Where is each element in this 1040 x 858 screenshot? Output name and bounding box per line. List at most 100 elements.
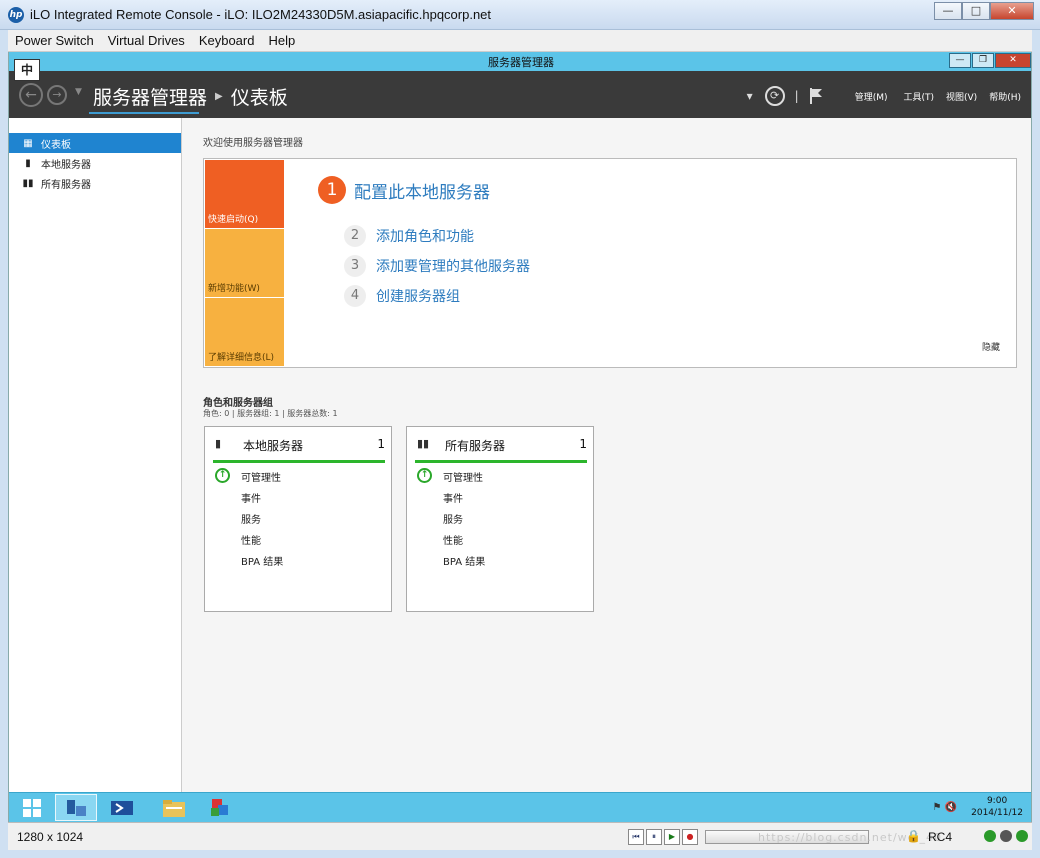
remote-screen[interactable]: 中 服务器管理器 — ❐ ✕ ← → ▼ 服务器管理器 ▶ 仪表板 ▾ ⟳ | … bbox=[8, 52, 1032, 822]
sm-minimize-button[interactable]: — bbox=[949, 53, 971, 68]
dropdown-icon[interactable]: ▾ bbox=[747, 89, 753, 103]
menu-manage[interactable]: 管理(M) bbox=[855, 90, 888, 103]
sidebar-item-all-servers[interactable]: ▮▮ 所有服务器 bbox=[9, 173, 181, 193]
card-row-bpa[interactable]: BPA 结果 bbox=[443, 553, 485, 568]
breadcrumb-root[interactable]: 服务器管理器 bbox=[93, 83, 207, 110]
card-title[interactable]: 所有服务器 bbox=[445, 437, 579, 454]
tile-quick-start[interactable]: 快速启动(Q) bbox=[205, 160, 284, 228]
step-configure-local-server[interactable]: 1 配置此本地服务器 bbox=[318, 176, 490, 204]
menu-help[interactable]: Help bbox=[261, 30, 302, 51]
clock-date: 2014/11/12 bbox=[971, 808, 1023, 818]
welcome-heading: 欢迎使用服务器管理器 bbox=[203, 138, 303, 149]
network-sound-tray-icon[interactable]: ⚑ 🔇 bbox=[933, 802, 958, 813]
record-icon[interactable]: ● bbox=[682, 829, 698, 845]
ilo-title-bar: hp iLO Integrated Remote Console - iLO: … bbox=[0, 0, 1040, 30]
breadcrumb-underline bbox=[89, 112, 199, 114]
hp-logo-icon: hp bbox=[8, 7, 24, 23]
back-arrow-icon[interactable]: ← bbox=[19, 83, 43, 107]
taskbar-explorer-icon[interactable] bbox=[153, 794, 195, 821]
step-add-roles[interactable]: 2 添加角色和功能 bbox=[344, 225, 474, 247]
sm-restore-button[interactable]: ❐ bbox=[972, 53, 994, 68]
tile-whats-new[interactable]: 新增功能(W) bbox=[205, 229, 284, 297]
pause-icon[interactable]: ⏸ bbox=[646, 829, 662, 845]
ilo-status-bar: 1280 x 1024 ⏮ ⏸ ▶ ● https://blog.csdn.ne… bbox=[8, 822, 1032, 850]
card-row-performance[interactable]: 性能 bbox=[443, 532, 463, 547]
breadcrumb-separator-icon: ▶ bbox=[215, 91, 223, 102]
status-power-icon bbox=[1016, 830, 1028, 842]
divider: | bbox=[794, 89, 799, 103]
menu-virtual-drives[interactable]: Virtual Drives bbox=[101, 30, 192, 51]
step-number: 3 bbox=[344, 255, 366, 277]
forward-arrow-icon[interactable]: → bbox=[47, 85, 67, 105]
step-number: 2 bbox=[344, 225, 366, 247]
sm-close-button[interactable]: ✕ bbox=[995, 53, 1031, 68]
dashboard-main: 欢迎使用服务器管理器 快速启动(Q) 新增功能(W) 了解详细信息(L) 1 配… bbox=[182, 118, 1031, 792]
status-ok-icon: ↑ bbox=[215, 468, 230, 483]
server-manager-title: 服务器管理器 bbox=[488, 56, 554, 69]
start-windows-icon[interactable] bbox=[11, 794, 53, 821]
step-number: 4 bbox=[344, 285, 366, 307]
card-row-events[interactable]: 事件 bbox=[443, 490, 463, 505]
clock-time: 9:00 bbox=[986, 796, 1008, 806]
rewind-icon[interactable]: ⏮ bbox=[628, 829, 644, 845]
step-create-group[interactable]: 4 创建服务器组 bbox=[344, 285, 460, 307]
servers-icon: ▮▮ bbox=[22, 177, 34, 189]
taskbar-app-icon[interactable] bbox=[199, 794, 241, 821]
step-link[interactable]: 创建服务器组 bbox=[376, 286, 460, 306]
encryption-label: RC4 bbox=[928, 830, 953, 844]
card-row-performance[interactable]: 性能 bbox=[241, 532, 261, 547]
chevron-down-icon[interactable]: ▼ bbox=[75, 87, 82, 97]
sidebar-item-local-server[interactable]: ▮ 本地服务器 bbox=[9, 153, 181, 173]
card-header[interactable]: ▮▮ 所有服务器 1 bbox=[415, 437, 587, 463]
taskbar-server-manager-icon[interactable] bbox=[55, 794, 97, 821]
menu-keyboard[interactable]: Keyboard bbox=[192, 30, 262, 51]
card-row-manageability[interactable]: 可管理性 bbox=[443, 469, 483, 484]
card-title[interactable]: 本地服务器 bbox=[243, 437, 377, 454]
card-header[interactable]: ▮ 本地服务器 1 bbox=[213, 437, 385, 463]
taskbar-powershell-icon[interactable] bbox=[101, 794, 143, 821]
status-green-icon bbox=[984, 830, 996, 842]
maximize-button[interactable]: □ bbox=[962, 2, 990, 20]
card-local-server[interactable]: ▮ 本地服务器 1 ↑ 可管理性 事件 服务 性能 BPA 结果 bbox=[204, 426, 392, 612]
menu-view[interactable]: 视图(V) bbox=[946, 90, 977, 103]
card-count: 1 bbox=[377, 437, 385, 451]
dashboard-icon: ▦ bbox=[23, 137, 33, 149]
ilo-menu-bar: Power Switch Virtual Drives Keyboard Hel… bbox=[8, 30, 1032, 52]
hide-link[interactable]: 隐藏 bbox=[982, 340, 1000, 353]
breadcrumb-current: 仪表板 bbox=[230, 87, 288, 109]
play-icon[interactable]: ▶ bbox=[664, 829, 680, 845]
server-icon: ▮ bbox=[215, 437, 222, 450]
refresh-icon[interactable]: ⟳ bbox=[764, 86, 785, 106]
step-link[interactable]: 添加要管理的其他服务器 bbox=[376, 256, 530, 276]
lock-icon: 🔒 bbox=[906, 829, 921, 843]
tile-learn-more[interactable]: 了解详细信息(L) bbox=[205, 298, 284, 366]
card-all-servers[interactable]: ▮▮ 所有服务器 1 ↑ 可管理性 事件 服务 性能 BPA 结果 bbox=[406, 426, 594, 612]
step-link[interactable]: 添加角色和功能 bbox=[376, 226, 474, 246]
card-row-services[interactable]: 服务 bbox=[241, 511, 261, 526]
sidebar-item-dashboard[interactable]: ▦ 仪表板 bbox=[9, 133, 181, 153]
notification-flag-icon[interactable] bbox=[809, 88, 823, 104]
sidebar-item-label: 仪表板 bbox=[41, 139, 71, 151]
step-number: 1 bbox=[318, 176, 346, 204]
server-icon: ▮ bbox=[25, 157, 31, 169]
welcome-panel: 快速启动(Q) 新增功能(W) 了解详细信息(L) 1 配置此本地服务器 2 添… bbox=[203, 158, 1017, 368]
menu-help-cn[interactable]: 帮助(H) bbox=[989, 90, 1021, 103]
roles-heading: 角色和服务器组 bbox=[203, 398, 273, 409]
card-row-manageability[interactable]: 可管理性 bbox=[241, 469, 281, 484]
sidebar: ▦ 仪表板 ▮ 本地服务器 ▮▮ 所有服务器 bbox=[9, 118, 182, 792]
card-row-services[interactable]: 服务 bbox=[443, 511, 463, 526]
step-link[interactable]: 配置此本地服务器 bbox=[354, 178, 490, 203]
step-add-servers[interactable]: 3 添加要管理的其他服务器 bbox=[344, 255, 530, 277]
close-button[interactable]: ✕ bbox=[990, 2, 1034, 20]
taskbar-clock[interactable]: 9:00 2014/11/12 bbox=[971, 795, 1023, 819]
roles-summary: 角色: 0 | 服务器组: 1 | 服务器总数: 1 bbox=[203, 409, 338, 418]
ime-indicator[interactable]: 中 bbox=[14, 59, 40, 81]
server-manager-titlebar: 服务器管理器 — ❐ ✕ bbox=[9, 52, 1031, 71]
card-row-bpa[interactable]: BPA 结果 bbox=[241, 553, 283, 568]
menu-tools[interactable]: 工具(T) bbox=[903, 90, 934, 103]
minimize-button[interactable]: — bbox=[934, 2, 962, 20]
servers-icon: ▮▮ bbox=[417, 437, 430, 450]
menu-power-switch[interactable]: Power Switch bbox=[8, 30, 101, 51]
server-manager-header: ← → ▼ 服务器管理器 ▶ 仪表板 ▾ ⟳ | 管理(M) 工具(T) 视图(… bbox=[9, 71, 1031, 118]
card-row-events[interactable]: 事件 bbox=[241, 490, 261, 505]
